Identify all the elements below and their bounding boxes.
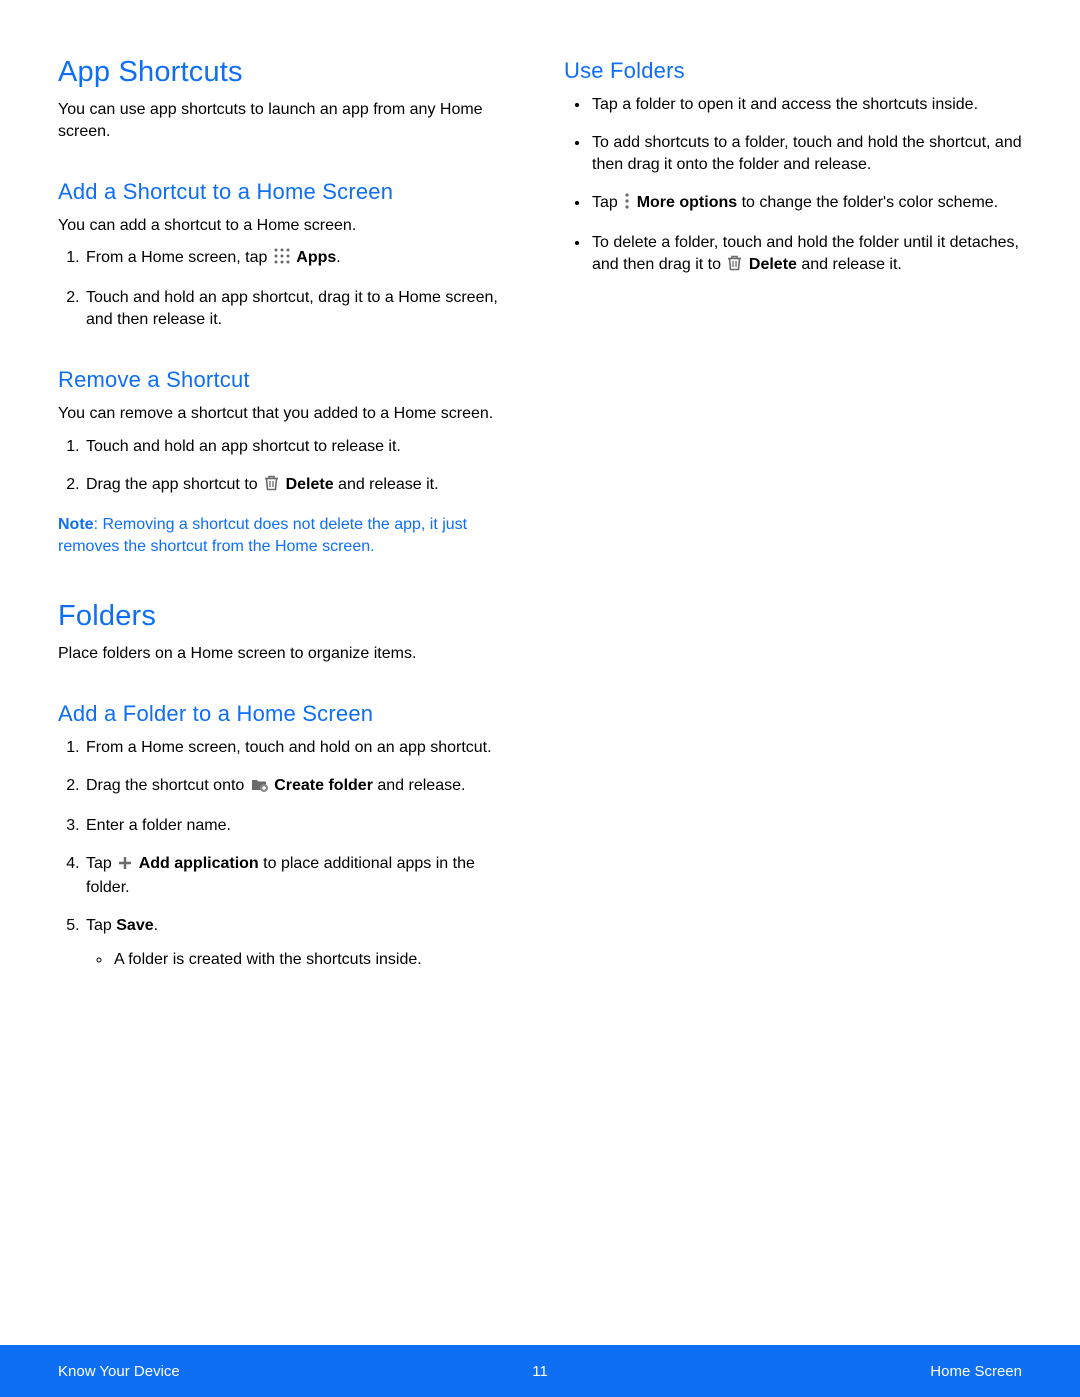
list-item: To delete a folder, touch and hold the f… [590,232,1022,278]
list-add-folder: From a Home screen, touch and hold on an… [58,737,516,972]
list-item: Drag the app shortcut to Delete and rele… [84,474,516,498]
left-column: App Shortcuts You can use app shortcuts … [58,56,516,987]
right-column: Use Folders Tap a folder to open it and … [564,56,1022,987]
text-fragment: Drag the app shortcut to [86,476,262,493]
page-footer: Know Your Device 11 Home Screen [0,1345,1080,1397]
note-label: Note [58,516,94,533]
list-remove-shortcut: Touch and hold an app shortcut to releas… [58,436,516,498]
text-add-shortcut-intro: You can add a shortcut to a Home screen. [58,215,516,237]
footer-left: Know Your Device [58,1363,180,1380]
delete-icon [727,255,742,278]
list-item: Tap Add application to place additional … [84,853,516,899]
text-bold: Save [116,917,153,934]
text-folders-intro: Place folders on a Home screen to organi… [58,643,516,665]
list-item: Drag the shortcut onto Create folder and… [84,775,516,799]
list-item: Tap More options to change the folder's … [590,192,1022,216]
text-fragment: and release. [373,777,466,794]
text-bold: More options [637,194,737,211]
heading-use-folders: Use Folders [564,58,1022,84]
note-text: Note: Removing a shortcut does not delet… [58,514,516,558]
list-item: From a Home screen, tap Apps. [84,247,516,271]
create-folder-icon [251,777,268,799]
page-content: App Shortcuts You can use app shortcuts … [0,0,1080,987]
text-remove-shortcut-intro: You can remove a shortcut that you added… [58,403,516,425]
text-fragment: to change the folder's color scheme. [737,194,998,211]
text-fragment: : Removing a shortcut does not delete th… [58,516,467,555]
heading-add-shortcut: Add a Shortcut to a Home Screen [58,179,516,205]
more-options-icon [624,193,630,216]
delete-icon [264,475,279,498]
list-item: Touch and hold an app shortcut, drag it … [84,287,516,331]
text-fragment: Tap [592,194,622,211]
text-fragment: Tap [86,917,116,934]
text-app-shortcuts-intro: You can use app shortcuts to launch an a… [58,99,516,143]
heading-app-shortcuts: App Shortcuts [58,56,516,89]
text-fragment: and release it. [334,476,439,493]
text-bold: Create folder [274,777,373,794]
text-fragment: . [336,249,340,266]
heading-add-folder: Add a Folder to a Home Screen [58,701,516,727]
list-add-shortcut: From a Home screen, tap Apps. Touch and … [58,247,516,331]
heading-remove-shortcut: Remove a Shortcut [58,367,516,393]
sub-list: A folder is created with the shortcuts i… [86,949,516,971]
text-bold: Add application [139,855,259,872]
list-item: From a Home screen, touch and hold on an… [84,737,516,759]
text-bold: Delete [749,256,797,273]
list-item: To add shortcuts to a folder, touch and … [590,132,1022,176]
list-item: Tap Save. A folder is created with the s… [84,915,516,971]
text-fragment: . [154,917,158,934]
footer-page-number: 11 [532,1363,548,1380]
text-bold: Apps [296,249,336,266]
plus-icon [118,855,132,877]
text-bold: Delete [286,476,334,493]
heading-folders: Folders [58,600,516,633]
text-fragment: Tap [86,855,116,872]
text-fragment: Drag the shortcut onto [86,777,249,794]
list-item: Touch and hold an app shortcut to releas… [84,436,516,458]
text-fragment: and release it. [797,256,902,273]
footer-right: Home Screen [930,1363,1022,1380]
list-use-folders: Tap a folder to open it and access the s… [564,94,1022,278]
list-item: Enter a folder name. [84,815,516,837]
text-fragment: From a Home screen, tap [86,249,272,266]
list-item: A folder is created with the shortcuts i… [112,949,516,971]
list-item: Tap a folder to open it and access the s… [590,94,1022,116]
apps-icon [274,248,290,271]
